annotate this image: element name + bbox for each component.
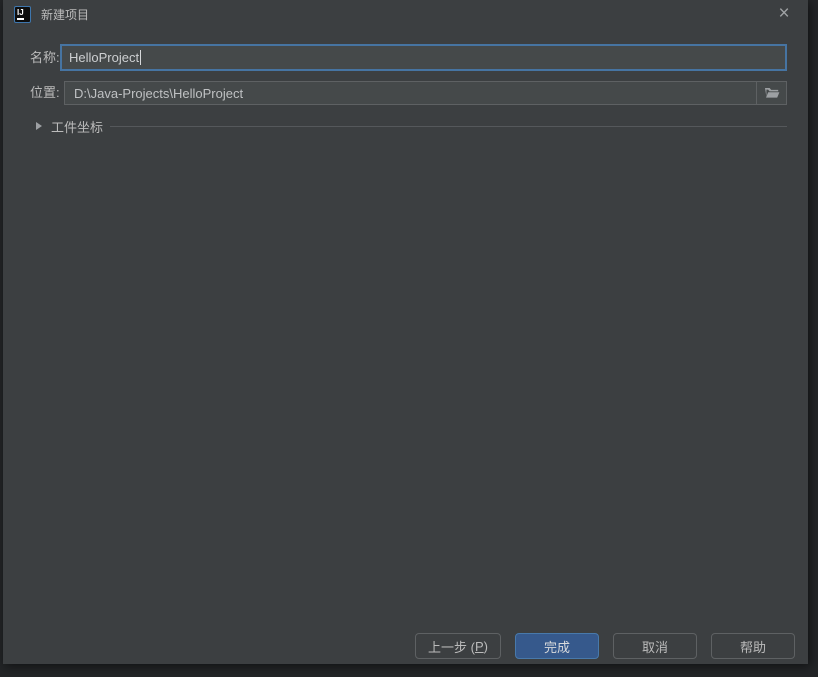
previous-button-mnemonic: P bbox=[475, 639, 484, 654]
triangle-right-icon bbox=[36, 122, 42, 130]
intellij-logo-text: IJ bbox=[17, 8, 24, 17]
previous-button[interactable]: 上一步 (P) bbox=[415, 633, 501, 659]
dialog-button-row: 上一步 (P) 完成 取消 帮助 bbox=[415, 633, 795, 659]
section-divider bbox=[110, 126, 787, 127]
project-name-input[interactable]: HelloProject bbox=[60, 44, 787, 71]
dialog-titlebar[interactable]: IJ 新建项目 × bbox=[3, 0, 808, 28]
location-field-label: 位置: bbox=[30, 81, 60, 105]
previous-button-suffix: ) bbox=[484, 639, 488, 654]
project-name-value: HelloProject bbox=[69, 50, 139, 65]
help-button[interactable]: 帮助 bbox=[711, 633, 795, 659]
dialog-title: 新建项目 bbox=[41, 6, 89, 23]
browse-folder-button[interactable] bbox=[756, 81, 787, 105]
project-location-input[interactable]: D:\Java-Projects\HelloProject bbox=[64, 81, 787, 105]
intellij-logo-underscore bbox=[17, 18, 24, 20]
intellij-app-icon: IJ bbox=[14, 6, 31, 23]
folder-open-icon bbox=[764, 87, 780, 99]
finish-button[interactable]: 完成 bbox=[515, 633, 599, 659]
project-location-value: D:\Java-Projects\HelloProject bbox=[74, 86, 243, 101]
name-field-label: 名称: bbox=[30, 44, 60, 71]
new-project-dialog: IJ 新建项目 × 名称: HelloProject 位置: D:\Java-P… bbox=[3, 0, 808, 664]
cancel-button[interactable]: 取消 bbox=[613, 633, 697, 659]
text-caret bbox=[140, 50, 141, 65]
artifact-coordinates-toggle[interactable]: 工件坐标 bbox=[3, 114, 808, 138]
previous-button-label: 上一步 ( bbox=[428, 637, 475, 656]
close-icon[interactable]: × bbox=[772, 2, 796, 26]
artifact-coordinates-label: 工件坐标 bbox=[51, 117, 103, 136]
